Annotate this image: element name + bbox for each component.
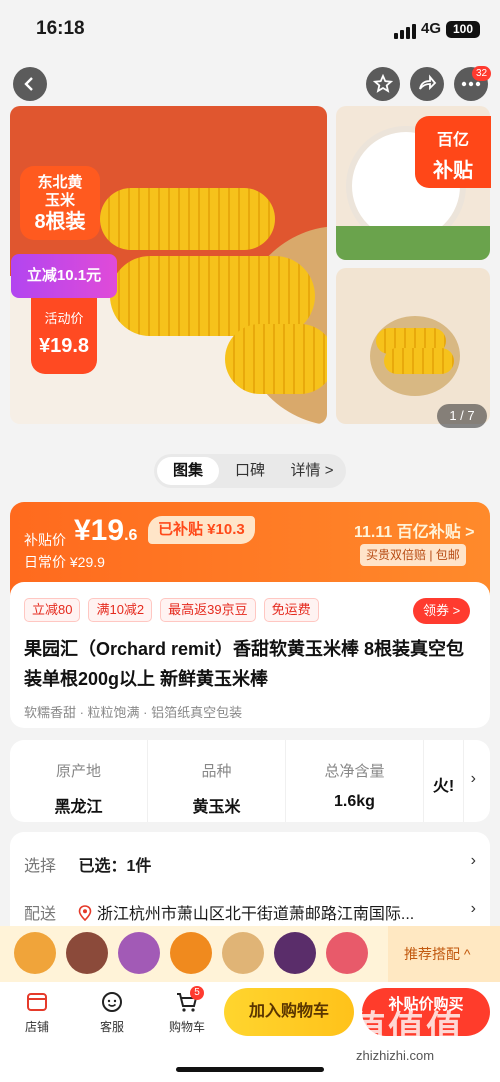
cart-icon [162, 990, 212, 1018]
share-icon [419, 74, 437, 91]
battery-icon: 100 [446, 21, 480, 38]
product-features: 软糯香甜 · 粒粒饱满 · 铝箔纸真空包装 [24, 705, 243, 720]
location-pin-icon [79, 905, 92, 922]
spec-more: 火ǃ [424, 740, 464, 822]
promo-tag[interactable]: 免运费 [263, 598, 319, 622]
tab-gallery[interactable]: 图集 [157, 457, 219, 485]
pack-tag: 东北黄玉米 8根装 [20, 166, 100, 240]
discount-tag: 立减10.1元 [11, 254, 117, 298]
subsidy-brand-link[interactable]: 11.11 百亿补贴 > [354, 518, 475, 542]
spec-variety: 品种 黄玉米 [148, 740, 286, 822]
media-tabs: 图集 口碑 详情 > [154, 454, 346, 488]
chevron-left-icon [24, 77, 33, 91]
corn-cob [384, 348, 454, 374]
subsidy-badge: 百亿 补贴 [415, 116, 491, 188]
corn-cob [100, 188, 275, 250]
star-icon [373, 74, 393, 93]
options-card: 选择 已选：1件 › 配送 浙江杭州市萧山区北干街道萧邮路江南国际... › [10, 832, 490, 932]
promo-tag[interactable]: 立减80 [24, 598, 81, 622]
recommend-thumb[interactable] [14, 932, 56, 974]
get-coupon-button[interactable]: 领券 > [413, 598, 471, 624]
chat-icon [87, 990, 137, 1018]
cart-count-badge: 5 [190, 986, 204, 1000]
select-row[interactable]: 选择 已选：1件 › [24, 852, 476, 876]
recommend-thumb[interactable] [274, 932, 316, 974]
clock: 16:18 [36, 18, 85, 39]
signal-icon [394, 24, 416, 39]
promo-tag[interactable]: 满10减2 [88, 598, 153, 622]
recommend-thumb[interactable] [222, 932, 264, 974]
image-counter: 1 / 7 [437, 404, 487, 428]
regular-price: 日常价 ¥29.9 [24, 554, 105, 570]
network-type: 4G [421, 20, 442, 37]
recommend-toggle[interactable]: 推荐搭配 ^ [388, 926, 500, 982]
shop-button[interactable]: 店铺 [12, 990, 62, 1035]
recommend-thumb[interactable] [170, 932, 212, 974]
product-title: 果园汇（Orchard remit）香甜软黄玉米棒 8根装真空包装单根200g以… [24, 639, 465, 689]
guarantee-badge: 买贵双倍赔 | 包邮 [360, 544, 466, 566]
recommend-thumb[interactable] [118, 932, 160, 974]
cart-button[interactable]: 购物车 [162, 990, 212, 1035]
chevron-right-icon: › [470, 900, 476, 917]
promo-tags: 立减80 满10减2 最高返39京豆 免运费 [24, 598, 319, 622]
spec-origin: 原产地 黑龙江 [10, 740, 148, 822]
promo-tag[interactable]: 最高返39京豆 [160, 598, 256, 622]
corn-cob [225, 324, 327, 394]
store-icon [12, 990, 62, 1018]
home-indicator[interactable] [176, 1067, 324, 1072]
recommend-strip: 推荐搭配 ^ [0, 926, 500, 982]
subsidy-price: ¥19.6 [74, 514, 138, 547]
watermark-logo: 值值值 [350, 1008, 465, 1049]
saved-badge: 已补贴 ¥10.3 [148, 516, 255, 544]
tab-reviews[interactable]: 口碑 [219, 457, 281, 485]
chevron-right-icon: › [470, 852, 476, 869]
more-icon [461, 81, 481, 87]
delivery-row[interactable]: 配送 浙江杭州市萧山区北干街道萧邮路江南国际... › [24, 900, 476, 924]
share-button[interactable] [410, 67, 444, 101]
spec-row[interactable]: 原产地 黑龙江 品种 黄玉米 总净含量 1.6kg 火ǃ › [10, 740, 490, 822]
add-to-cart-button[interactable]: 加入购物车 [224, 988, 354, 1036]
status-bar: 16:18 4G 100 [0, 0, 500, 60]
recommend-thumb[interactable] [326, 932, 368, 974]
tab-details[interactable]: 详情 > [281, 457, 343, 485]
promo-price-tag: 活动价 ¥19.8 [31, 298, 97, 374]
service-button[interactable]: 客服 [87, 990, 137, 1035]
recommend-thumb[interactable] [66, 932, 108, 974]
subsidy-price-label: 补贴价 [24, 532, 66, 548]
chevron-right-icon[interactable]: › [471, 770, 476, 788]
watermark-url: zhizhizhi.com [356, 1048, 435, 1063]
notification-badge: 32 [472, 66, 492, 81]
favorite-button[interactable] [366, 67, 400, 101]
back-button[interactable] [13, 67, 47, 101]
product-card: 立减80 满10减2 最高返39京豆 免运费 领券 > 果园汇（Orchard … [10, 582, 490, 728]
thumbnail-image[interactable] [336, 268, 490, 424]
selected-value: 已选：1件 [78, 858, 152, 875]
delivery-address: 浙江杭州市萧山区北干街道萧邮路江南国际... [96, 906, 415, 923]
spec-net-weight: 总净含量 1.6kg [286, 740, 424, 822]
